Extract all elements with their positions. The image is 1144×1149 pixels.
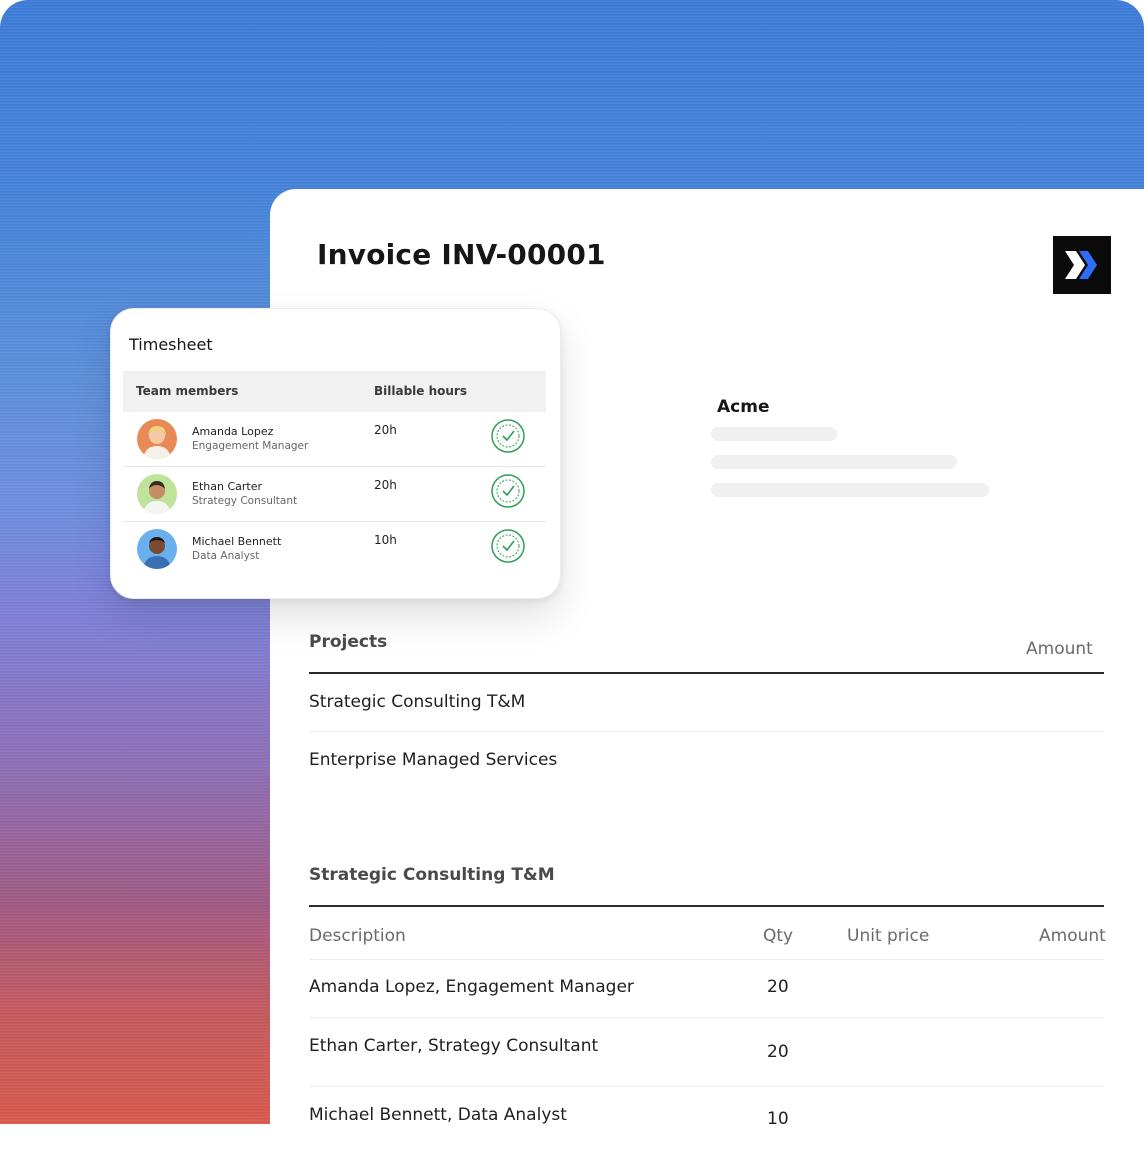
team-members-header: Team members <box>136 384 239 398</box>
projects-amount-header: Amount <box>1026 639 1093 659</box>
chevrons-logo-icon <box>1065 251 1097 279</box>
line-item-qty: 20 <box>767 1042 789 1062</box>
divider <box>309 731 1104 732</box>
member-role: Data Analyst <box>192 550 260 562</box>
billable-hours: 20h <box>374 423 397 437</box>
divider <box>309 1086 1104 1087</box>
line-item-description: Amanda Lopez, Engagement Manager <box>309 977 634 997</box>
billable-hours: 10h <box>374 533 397 547</box>
avatar <box>137 529 177 569</box>
placeholder-line <box>711 483 989 497</box>
timesheet-row[interactable]: Ethan Carter Strategy Consultant 20h <box>123 467 546 522</box>
timesheet-card: Timesheet Team members Billable hours Am… <box>110 308 561 599</box>
approved-stamp-icon <box>491 529 525 563</box>
member-role: Strategy Consultant <box>192 495 298 507</box>
avatar <box>137 419 177 459</box>
divider <box>309 959 1104 960</box>
billable-hours: 20h <box>374 478 397 492</box>
member-role: Engagement Manager <box>192 440 309 452</box>
timesheet-header-row: Team members Billable hours <box>123 371 546 412</box>
line-item-description: Ethan Carter, Strategy Consultant <box>309 1036 599 1056</box>
divider <box>309 672 1104 674</box>
member-name: Amanda Lopez <box>192 425 274 438</box>
member-name: Michael Bennett <box>192 535 282 548</box>
brand-logo <box>1053 236 1111 294</box>
member-name: Ethan Carter <box>192 480 262 493</box>
projects-heading: Projects <box>309 632 388 652</box>
billable-hours-header: Billable hours <box>374 384 467 398</box>
amount-header: Amount <box>1039 926 1106 946</box>
line-item-qty: 20 <box>767 977 789 997</box>
approved-stamp-icon <box>491 474 525 508</box>
project-item[interactable]: Strategic Consulting T&M <box>309 692 525 712</box>
description-header: Description <box>309 926 406 946</box>
divider <box>309 905 1104 907</box>
client-name: Acme <box>717 397 770 417</box>
qty-header: Qty <box>763 926 794 946</box>
placeholder-line <box>711 427 837 441</box>
approved-stamp-icon <box>491 419 525 453</box>
line-item-qty: 10 <box>767 1109 789 1129</box>
avatar <box>137 474 177 514</box>
timesheet-title: Timesheet <box>129 335 213 354</box>
invoice-title: Invoice INV-00001 <box>317 238 606 271</box>
unit-price-header: Unit price <box>847 926 930 946</box>
line-item-description: Michael Bennett, Data Analyst <box>309 1105 567 1125</box>
project-item[interactable]: Enterprise Managed Services <box>309 750 557 770</box>
divider <box>309 1017 1104 1018</box>
timesheet-row[interactable]: Michael Bennett Data Analyst 10h <box>123 522 546 576</box>
placeholder-line <box>711 455 957 469</box>
detail-heading: Strategic Consulting T&M <box>309 865 555 885</box>
timesheet-row[interactable]: Amanda Lopez Engagement Manager 20h <box>123 412 546 467</box>
